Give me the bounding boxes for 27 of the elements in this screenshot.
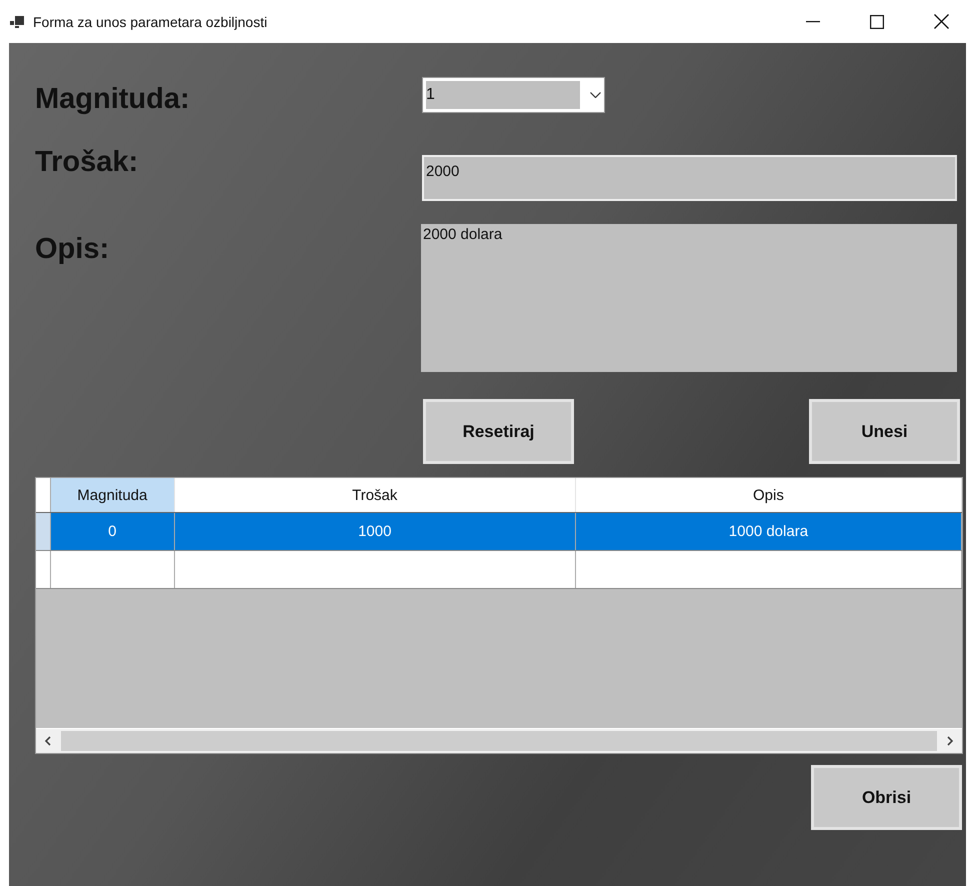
description-label: Opis: [35,232,110,266]
scroll-left-icon[interactable] [44,736,51,746]
column-header[interactable]: Trošak [174,478,576,512]
description-field[interactable]: 2000 dolara [421,224,957,372]
horizontal-scrollbar[interactable] [36,728,962,753]
table-cell: 1000 dolara [576,513,962,550]
app-icon [10,16,24,28]
scrollbar-thumb[interactable] [61,731,937,751]
magnitude-dropdown[interactable]: 1 [422,77,605,113]
chevron-down-icon [590,92,601,98]
scroll-right-icon[interactable] [947,736,954,746]
cost-label: Trošak: [35,145,140,179]
submit-button[interactable]: Unesi [809,399,960,464]
reset-button[interactable]: Resetiraj [423,399,574,464]
magnitude-label: Magnituda: [35,82,191,116]
table-cell: 0 [50,513,175,550]
window-title: Forma za unos parametara ozbiljnosti [33,14,268,30]
table-row[interactable]: 0 1000 1000 dolara [36,513,962,551]
minimize-icon[interactable] [806,20,820,22]
maximize-icon[interactable] [870,14,884,28]
new-row[interactable] [36,551,962,589]
column-header[interactable]: Opis [576,478,962,512]
column-header[interactable]: Magnituda [50,478,175,512]
close-icon[interactable] [934,14,949,29]
table-cell: 1000 [174,513,576,550]
delete-button[interactable]: Obrisi [811,765,962,830]
cost-field[interactable]: 2000 [422,155,957,201]
